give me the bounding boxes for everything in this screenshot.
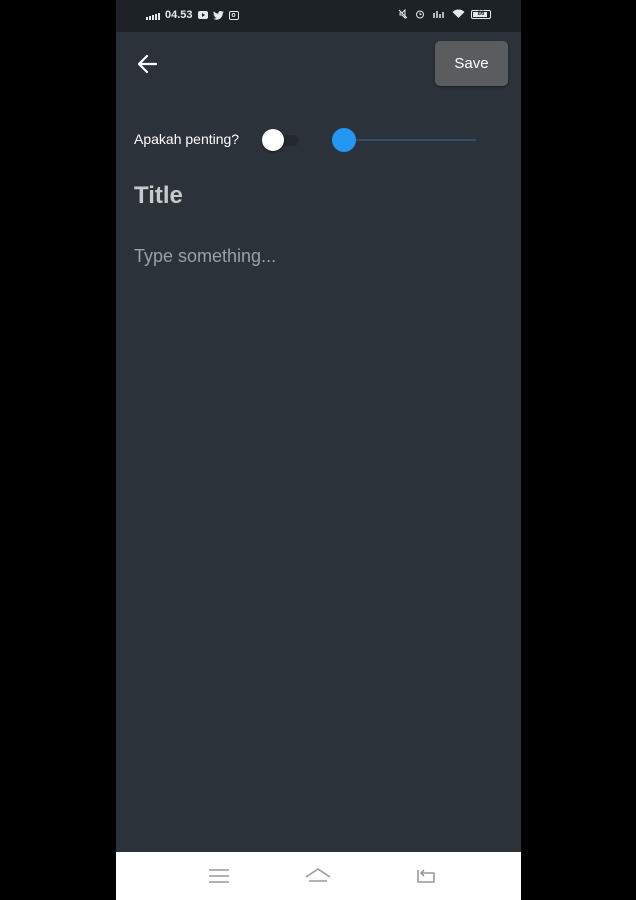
app-screen: 04.53 o 86 Save Apakah penting? xyxy=(116,0,521,900)
wifi-icon xyxy=(452,9,465,18)
save-button[interactable]: Save xyxy=(435,41,508,86)
important-label: Apakah penting? xyxy=(134,131,240,147)
youtube-icon xyxy=(197,11,208,19)
alarm-icon xyxy=(416,10,424,19)
battery-icon: 86 xyxy=(471,9,491,19)
status-left: 04.53 o xyxy=(146,9,239,21)
slider-rail xyxy=(344,139,476,141)
status-bar: 04.53 o 86 xyxy=(116,0,521,32)
slider-thumb[interactable] xyxy=(332,128,356,152)
instagram-icon: o xyxy=(228,10,239,20)
twitter-icon xyxy=(212,10,224,20)
data-icon xyxy=(433,11,444,18)
mute-icon xyxy=(398,9,408,19)
arrow-left-icon xyxy=(137,54,158,74)
system-back-button[interactable] xyxy=(410,864,440,888)
back-button[interactable] xyxy=(134,50,162,78)
important-switch[interactable] xyxy=(261,129,301,151)
menu-icon xyxy=(209,869,229,883)
switch-thumb xyxy=(262,129,284,151)
menu-button[interactable] xyxy=(204,864,234,888)
description-input[interactable] xyxy=(134,246,494,806)
signal-icon xyxy=(146,11,160,20)
home-button[interactable] xyxy=(303,864,333,888)
priority-slider[interactable] xyxy=(332,127,478,153)
title-input[interactable] xyxy=(134,178,494,214)
home-icon xyxy=(305,868,331,882)
battery-level: 86 xyxy=(477,10,485,17)
status-time: 04.53 xyxy=(165,9,193,21)
status-right: 86 xyxy=(398,9,491,19)
back-icon xyxy=(417,869,435,883)
navigation-bar xyxy=(116,852,521,900)
